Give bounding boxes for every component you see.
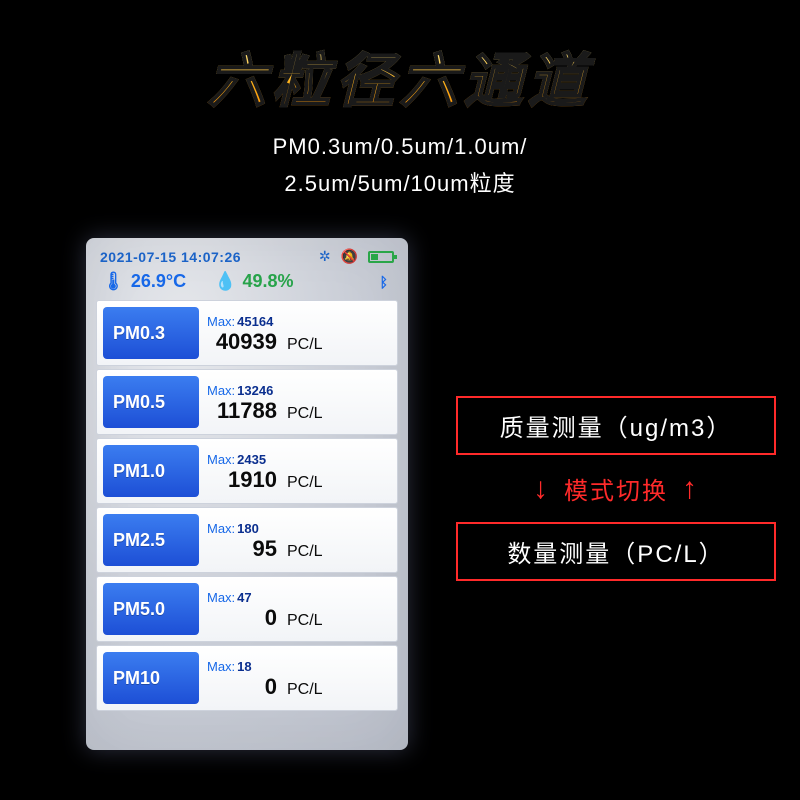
temperature-readout: 🌡 26.9°C: [102, 271, 186, 292]
pm-chip: PM5.0: [103, 583, 199, 635]
max-value: 13246: [237, 383, 273, 398]
reading-unit: PC/L: [287, 405, 323, 423]
fan-icon: ✲: [319, 248, 331, 265]
reading-unit: PC/L: [287, 336, 323, 354]
max-label: Max:: [207, 521, 235, 536]
battery-icon: [368, 251, 394, 263]
reading-value: 11788: [207, 398, 277, 424]
reading-unit: PC/L: [287, 474, 323, 492]
mode-switch-label: 模式切换: [564, 471, 668, 506]
side-panel: 质量测量（ug/m3） ↓ 模式切换 ↑ 数量测量（PC/L）: [456, 396, 776, 581]
pm-row: PM10 Max:18 0 PC/L: [96, 645, 398, 711]
max-value: 18: [237, 659, 251, 674]
max-value: 180: [237, 521, 259, 536]
arrow-up-icon: ↑: [682, 474, 699, 504]
subtitle-line-1: PM0.3um/0.5um/1.0um/: [0, 134, 800, 160]
max-label: Max:: [207, 314, 235, 329]
max-label: Max:: [207, 659, 235, 674]
max-label: Max:: [207, 383, 235, 398]
device-screen: 2021-07-15 14:07:26 ✲ 🔕 🌡 26.9°C 💧 49.8%…: [86, 238, 408, 750]
max-value: 47: [237, 590, 251, 605]
pm-chip: PM2.5: [103, 514, 199, 566]
reading-value: 0: [207, 674, 277, 700]
pm-chip: PM0.3: [103, 307, 199, 359]
pm-row: PM0.3 Max:45164 40939 PC/L: [96, 300, 398, 366]
temperature-value: 26.9°C: [131, 271, 186, 292]
max-value: 45164: [237, 314, 273, 329]
reading-value: 40939: [207, 329, 277, 355]
datetime: 2021-07-15 14:07:26: [100, 249, 241, 265]
humidity-readout: 💧 49.8%: [214, 271, 293, 292]
humidity-value: 49.8%: [243, 271, 294, 292]
pm-row: PM0.5 Max:13246 11788 PC/L: [96, 369, 398, 435]
pm-row: PM1.0 Max:2435 1910 PC/L: [96, 438, 398, 504]
headline: 六粒径六通道: [0, 0, 800, 118]
pm-row: PM5.0 Max:47 0 PC/L: [96, 576, 398, 642]
humidity-icon: 💧: [214, 271, 236, 292]
thermometer-icon: 🌡: [102, 271, 125, 292]
mode-switch-row: ↓ 模式切换 ↑: [456, 455, 776, 522]
max-label: Max:: [207, 452, 235, 467]
max-value: 2435: [237, 452, 266, 467]
mass-mode-box: 质量测量（ug/m3）: [456, 396, 776, 455]
reading-unit: PC/L: [287, 612, 323, 630]
bluetooth-icon: ᛒ: [380, 274, 392, 290]
max-label: Max:: [207, 590, 235, 605]
pm-chip: PM10: [103, 652, 199, 704]
pm-rows: PM0.3 Max:45164 40939PC/L PM0.5 Max:1324…: [96, 300, 398, 711]
pm-chip: PM0.5: [103, 376, 199, 428]
pm-row: PM2.5 Max:180 95 PC/L: [96, 507, 398, 573]
reading-value: 95: [207, 536, 277, 562]
reading-unit: PC/L: [287, 543, 323, 561]
subtitle-line-2: 2.5um/5um/10um粒度: [0, 166, 800, 198]
environment-bar: 🌡 26.9°C 💧 49.8% ᛒ: [96, 271, 398, 300]
pm-chip: PM1.0: [103, 445, 199, 497]
status-bar: 2021-07-15 14:07:26 ✲ 🔕: [96, 246, 398, 271]
reading-value: 1910: [207, 467, 277, 493]
count-mode-box: 数量测量（PC/L）: [456, 522, 776, 581]
alarm-muted-icon: 🔕: [341, 248, 358, 265]
reading-unit: PC/L: [287, 681, 323, 699]
reading-value: 0: [207, 605, 277, 631]
arrow-down-icon: ↓: [533, 474, 550, 504]
